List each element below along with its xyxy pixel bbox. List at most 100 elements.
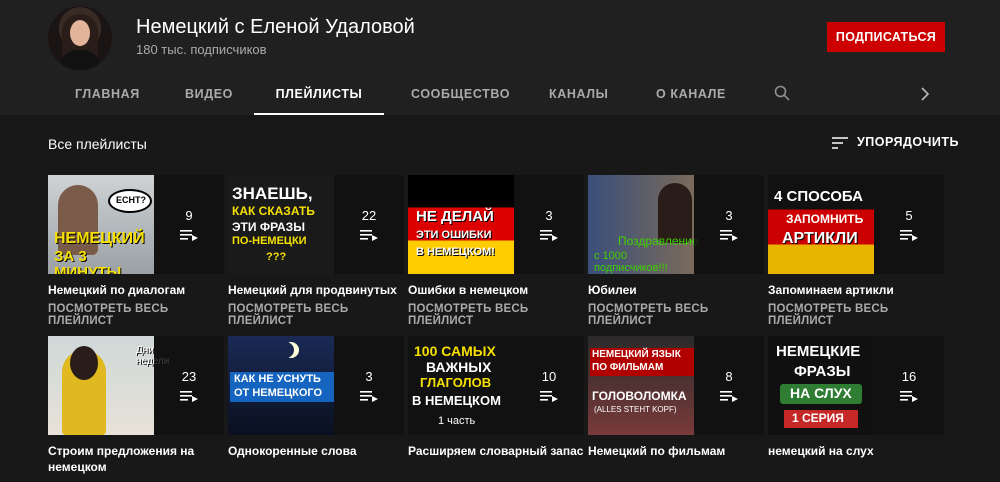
- playlist-overlay: 5: [874, 175, 944, 274]
- playlist-card[interactable]: 4 СПОСОБА ЗАПОМНИТЬ АРТИКЛИ 5 Запоминаем…: [768, 175, 944, 327]
- avatar-face: [70, 20, 90, 46]
- playlist-thumbnail[interactable]: 100 САМЫХ ВАЖНЫХ ГЛАГОЛОВ В НЕМЕЦКОМ 1 ч…: [408, 336, 584, 435]
- video-count: 16: [901, 369, 917, 384]
- thumbnail-caption: НЕМЕЦКИЙ ЯЗЫК: [592, 349, 681, 360]
- playlist-thumbnail[interactable]: Поздравление с 1000 подписчиков!!! 3: [588, 175, 764, 274]
- chevron-right-icon[interactable]: [920, 87, 930, 101]
- channel-name: Немецкий с Еленой Удаловой: [136, 16, 415, 38]
- thumbnail-caption: 100 САМЫХ: [414, 343, 496, 359]
- thumbnail-caption: НЕМЕЦКИЕ: [776, 343, 861, 360]
- thumbnail-caption: 1 СЕРИЯ: [792, 411, 844, 425]
- playlist-title[interactable]: Немецкий по фильмам: [588, 443, 764, 459]
- view-full-playlist-link[interactable]: ПОСМОТРЕТЬ ВЕСЬ ПЛЕЙЛИСТ: [408, 303, 584, 327]
- thumbnail-caption: ПО ФИЛЬМАМ: [592, 362, 664, 373]
- playlist-icon: [900, 230, 918, 241]
- playlist-thumbnail[interactable]: ECHT? НЕМЕЦКИЙ ЗА 3 МИНУТЫ 9: [48, 175, 224, 274]
- playlist-title[interactable]: Расширяем словарный запас: [408, 443, 584, 459]
- playlist-card[interactable]: НЕ ДЕЛАЙ ЭТИ ОШИБКИ В НЕМЕЦКОМ! 3 Ошибки…: [408, 175, 584, 327]
- view-full-playlist-link[interactable]: ПОСМОТРЕТЬ ВЕСЬ ПЛЕЙЛИСТ: [228, 303, 404, 327]
- playlist-card[interactable]: КАК НЕ УСНУТЬ ОТ НЕМЕЦКОГО 3 Однокоренны…: [228, 336, 404, 459]
- thumbnail-caption: ПО-НЕМЕЦКИ: [232, 235, 307, 247]
- tab-about[interactable]: О КАНАЛЕ: [656, 76, 726, 115]
- video-count: 3: [545, 208, 553, 223]
- playlist-icon: [540, 391, 558, 402]
- playlist-title[interactable]: Немецкий для продвинутых: [228, 282, 404, 298]
- video-count: 23: [181, 369, 197, 384]
- playlist-thumbnail[interactable]: 4 СПОСОБА ЗАПОМНИТЬ АРТИКЛИ 5: [768, 175, 944, 274]
- thumbnail-caption: с 1000 подписчиков!!!: [594, 250, 668, 274]
- playlist-title[interactable]: Ошибки в немецком: [408, 282, 584, 298]
- thumbnail-art: ЗНАЕШЬ, КАК СКАЗАТЬ ЭТИ ФРАЗЫ ПО-НЕМЕЦКИ…: [228, 175, 334, 274]
- thumbnail-art: ECHT? НЕМЕЦКИЙ ЗА 3 МИНУТЫ: [48, 175, 154, 274]
- tab-community[interactable]: СООБЩЕСТВО: [411, 76, 510, 115]
- all-playlists-heading: Все плейлисты: [48, 136, 147, 152]
- playlist-title[interactable]: Однокоренные слова: [228, 443, 404, 459]
- playlist-thumbnail[interactable]: Дни недели 23: [48, 336, 224, 435]
- playlist-card[interactable]: Поздравление с 1000 подписчиков!!! 3 Юби…: [588, 175, 764, 327]
- thumbnail-art: НЕМЕЦКИЕ ФРАЗЫ НА СЛУХ 1 СЕРИЯ: [768, 336, 874, 435]
- playlist-overlay: 22: [334, 175, 404, 274]
- view-full-playlist-link[interactable]: ПОСМОТРЕТЬ ВЕСЬ ПЛЕЙЛИСТ: [588, 303, 764, 327]
- playlist-title[interactable]: Запоминаем артикли: [768, 282, 944, 298]
- playlist-icon: [360, 391, 378, 402]
- playlist-thumbnail[interactable]: НЕМЕЦКИЙ ЯЗЫК ПО ФИЛЬМАМ ГОЛОВОЛОМКА (AL…: [588, 336, 764, 435]
- thumbnail-caption: ЗНАЕШЬ,: [232, 184, 313, 203]
- playlist-overlay: 3: [514, 175, 584, 274]
- playlist-overlay: 23: [154, 336, 224, 435]
- playlist-card[interactable]: 100 САМЫХ ВАЖНЫХ ГЛАГОЛОВ В НЕМЕЦКОМ 1 ч…: [408, 336, 584, 459]
- playlist-card[interactable]: НЕМЕЦКИЙ ЯЗЫК ПО ФИЛЬМАМ ГОЛОВОЛОМКА (AL…: [588, 336, 764, 459]
- playlist-card[interactable]: ЗНАЕШЬ, КАК СКАЗАТЬ ЭТИ ФРАЗЫ ПО-НЕМЕЦКИ…: [228, 175, 404, 327]
- playlist-title[interactable]: Юбилеи: [588, 282, 764, 298]
- subscribe-button[interactable]: ПОДПИСАТЬСЯ: [827, 22, 945, 52]
- thumbnail-caption: КАК НЕ УСНУТЬ: [234, 373, 321, 385]
- thumbnail-caption: ЭТИ ОШИБКИ: [416, 229, 492, 241]
- thumbnail-caption: ЗА 3 МИНУТЫ: [54, 248, 122, 274]
- thumbnail-caption: ГЛАГОЛОВ: [420, 375, 492, 390]
- search-icon[interactable]: [774, 85, 790, 101]
- thumbnail-caption: (ALLES STEHT KOPF): [594, 405, 677, 414]
- playlist-title[interactable]: немецкий на слух: [768, 443, 944, 459]
- thumbnail-art: КАК НЕ УСНУТЬ ОТ НЕМЕЦКОГО: [228, 336, 334, 435]
- playlist-overlay: 8: [694, 336, 764, 435]
- video-count: 3: [365, 369, 373, 384]
- playlist-icon: [180, 391, 198, 402]
- playlist-icon: [900, 391, 918, 402]
- thumbnail-caption: ???: [266, 251, 287, 263]
- playlist-card[interactable]: НЕМЕЦКИЕ ФРАЗЫ НА СЛУХ 1 СЕРИЯ 16 немецк…: [768, 336, 944, 459]
- playlist-card[interactable]: ECHT? НЕМЕЦКИЙ ЗА 3 МИНУТЫ 9 Немецкий по…: [48, 175, 224, 327]
- moon-icon: [278, 342, 294, 358]
- playlist-icon: [720, 391, 738, 402]
- tab-channels[interactable]: КАНАЛЫ: [549, 76, 608, 115]
- thumbnail-caption: ОТ НЕМЕЦКОГО: [234, 387, 323, 399]
- sort-button[interactable]: УПОРЯДОЧИТЬ: [857, 135, 959, 149]
- playlist-thumbnail[interactable]: КАК НЕ УСНУТЬ ОТ НЕМЕЦКОГО 3: [228, 336, 404, 435]
- playlist-thumbnail[interactable]: НЕМЕЦКИЕ ФРАЗЫ НА СЛУХ 1 СЕРИЯ 16: [768, 336, 944, 435]
- tab-playlists[interactable]: ПЛЕЙЛИСТЫ: [254, 76, 384, 115]
- playlist-icon: [720, 230, 738, 241]
- playlist-overlay: 3: [334, 336, 404, 435]
- video-count: 3: [725, 208, 733, 223]
- view-full-playlist-link[interactable]: ПОСМОТРЕТЬ ВЕСЬ ПЛЕЙЛИСТ: [48, 303, 224, 327]
- tab-home[interactable]: ГЛАВНАЯ: [75, 76, 140, 115]
- channel-avatar[interactable]: [48, 6, 112, 70]
- thumbnail-caption: 1 часть: [438, 415, 476, 427]
- tab-videos[interactable]: ВИДЕО: [185, 76, 233, 115]
- thumbnail-caption: ГОЛОВОЛОМКА: [592, 389, 687, 403]
- playlist-overlay: 10: [514, 336, 584, 435]
- playlist-overlay: 16: [874, 336, 944, 435]
- thumbnail-caption: ВАЖНЫХ: [426, 359, 492, 375]
- thumbnail-caption: ФРАЗЫ: [794, 363, 851, 380]
- playlist-title[interactable]: Немецкий по диалогам: [48, 282, 224, 298]
- sort-icon[interactable]: [832, 136, 848, 150]
- thumbnail-caption: Поздравление: [618, 234, 699, 248]
- video-count: 9: [185, 208, 193, 223]
- playlist-title[interactable]: Строим предложения на немецком: [48, 443, 224, 475]
- playlist-overlay: 9: [154, 175, 224, 274]
- subscriber-count: 180 тыс. подписчиков: [136, 42, 267, 57]
- playlist-thumbnail[interactable]: ЗНАЕШЬ, КАК СКАЗАТЬ ЭТИ ФРАЗЫ ПО-НЕМЕЦКИ…: [228, 175, 404, 274]
- playlist-thumbnail[interactable]: НЕ ДЕЛАЙ ЭТИ ОШИБКИ В НЕМЕЦКОМ! 3: [408, 175, 584, 274]
- video-count: 22: [361, 208, 377, 223]
- thumbnail-person-hair: [70, 346, 98, 380]
- playlist-card[interactable]: Дни недели 23 Строим предложения на неме…: [48, 336, 224, 475]
- view-full-playlist-link[interactable]: ПОСМОТРЕТЬ ВЕСЬ ПЛЕЙЛИСТ: [768, 303, 944, 327]
